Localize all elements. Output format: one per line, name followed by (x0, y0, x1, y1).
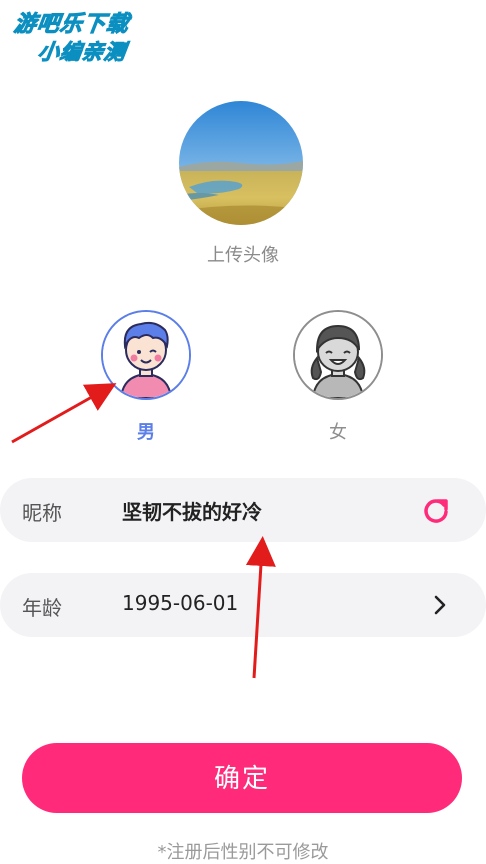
watermark-line-1: 游吧乐下载 (12, 12, 132, 38)
female-avatar-icon (295, 312, 381, 398)
age-value[interactable]: 1995-06-01 (122, 591, 238, 615)
age-field[interactable]: 年龄 1995-06-01 (0, 573, 486, 637)
nickname-value[interactable]: 坚韧不拔的好冷 (122, 496, 262, 525)
gender-female-label: 女 (329, 422, 347, 443)
annotation-arrow-male (11, 383, 117, 444)
gender-male-option[interactable] (101, 310, 191, 400)
gender-notice-text: *注册后性别不可修改 (157, 842, 329, 863)
watermark-logo: 游吧乐下载 小编亲测 (8, 8, 154, 72)
age-label: 年龄 (22, 596, 62, 620)
gender-female-option[interactable] (293, 310, 383, 400)
gender-male-label: 男 (137, 422, 155, 443)
male-avatar-icon (103, 312, 189, 398)
chevron-right-icon[interactable] (428, 593, 452, 617)
nickname-field[interactable]: 昵称 坚韧不拔的好冷 (0, 478, 486, 542)
avatar-upload-button[interactable] (179, 101, 303, 225)
avatar-landscape-image (179, 101, 303, 225)
refresh-icon[interactable] (422, 496, 450, 524)
upload-avatar-label: 上传头像 (207, 245, 279, 266)
nickname-label: 昵称 (22, 501, 62, 525)
confirm-button[interactable]: 确定 (22, 743, 462, 813)
watermark-line-2: 小编亲测 (36, 40, 128, 65)
